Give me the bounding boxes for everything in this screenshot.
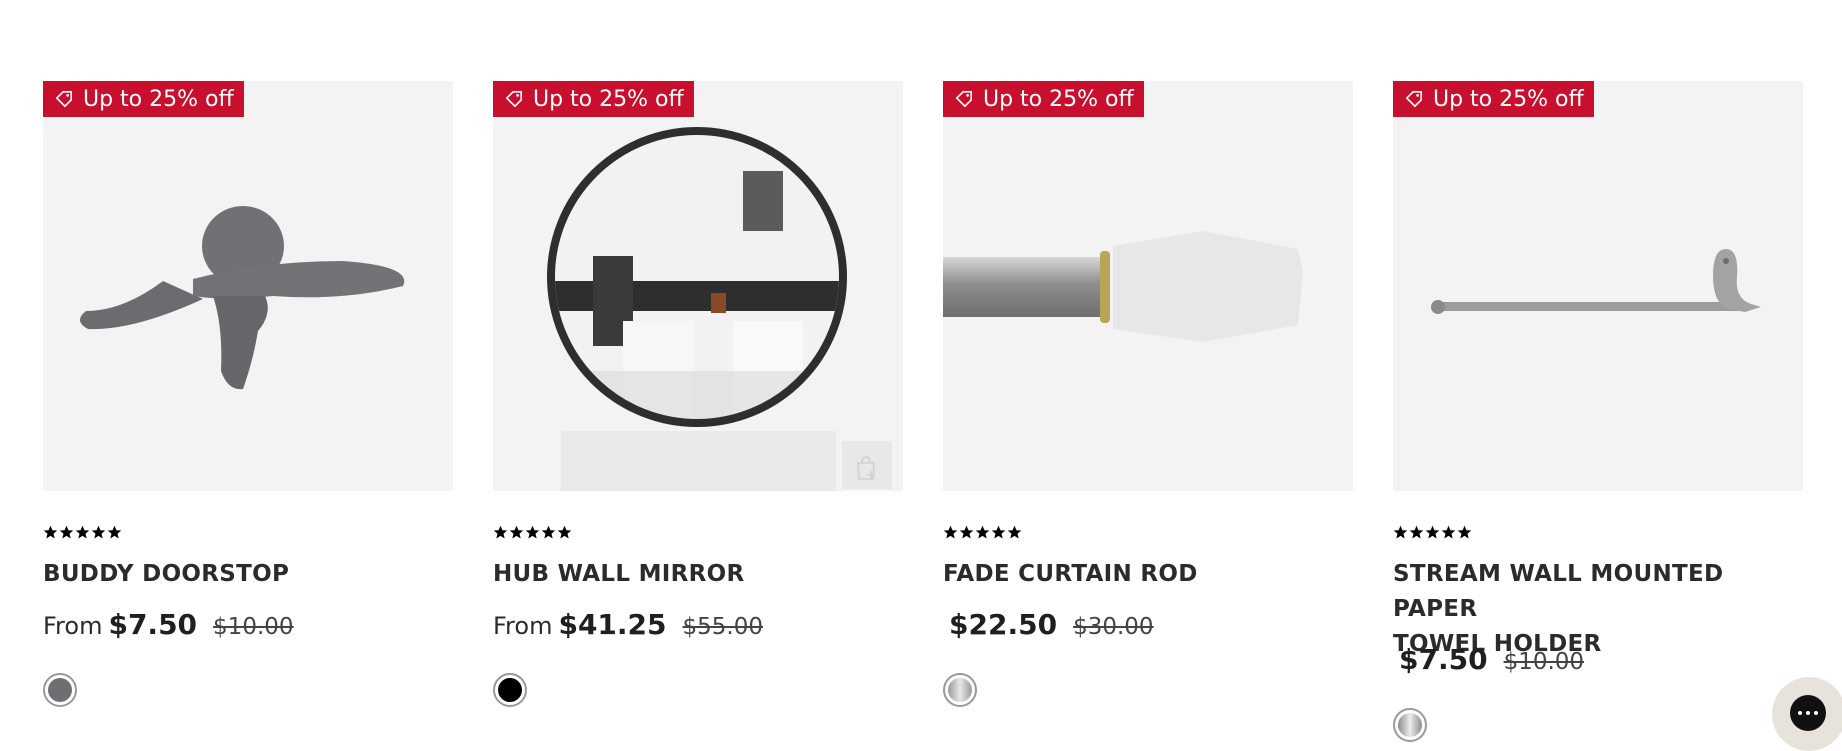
star-icon [991, 525, 1006, 539]
tag-icon [955, 90, 973, 108]
star-icon [493, 525, 508, 539]
star-icon [541, 525, 556, 539]
discount-badge: Up to 25% off [493, 81, 694, 117]
badge-label: Up to 25% off [533, 86, 684, 112]
product-image[interactable]: Up to 25% off [943, 81, 1353, 491]
star-half-icon [107, 525, 122, 539]
product-grid: Up to 25% off BUDDY DOORSTOP From $7.50 … [43, 81, 1804, 742]
product-name[interactable]: BUDDY DOORSTOP [43, 557, 453, 592]
tag-icon [505, 90, 523, 108]
color-swatch[interactable] [493, 673, 527, 707]
round-mirror-image [547, 127, 892, 491]
chat-icon [1790, 695, 1826, 731]
star-icon [75, 525, 90, 539]
star-half-icon [557, 525, 572, 539]
discount-badge: Up to 25% off [43, 81, 244, 117]
tag-icon [1405, 90, 1423, 108]
rating-stars [1393, 525, 1472, 540]
star-icon [943, 525, 958, 539]
product-name[interactable]: FADE CURTAIN ROD [943, 557, 1353, 592]
original-price: $30.00 [1073, 614, 1154, 640]
product-card[interactable]: Up to 25% off STREAM WALL MOUNTED PAPER … [1393, 81, 1803, 742]
star-icon [525, 525, 540, 539]
discount-badge: Up to 25% off [943, 81, 1144, 117]
star-icon [975, 525, 990, 539]
product-card[interactable]: Up to 25% off BUDDY DOORSTOP From $7.50 … [43, 81, 453, 738]
price-prefix: From [493, 612, 553, 640]
color-swatch[interactable] [1393, 708, 1427, 742]
curtain-rod-image [943, 231, 1303, 342]
product-name[interactable]: HUB WALL MIRROR [493, 557, 903, 592]
star-icon [1409, 525, 1424, 539]
original-price: $10.00 [213, 614, 294, 640]
original-price: $10.00 [1503, 649, 1585, 675]
star-icon [1393, 525, 1408, 539]
sale-price: $7.50 [1399, 643, 1488, 676]
product-image[interactable]: Up to 25% off [1393, 81, 1803, 491]
star-icon [959, 525, 974, 539]
star-icon [1007, 525, 1022, 539]
product-image[interactable]: Up to 25% off [493, 81, 903, 491]
price-row: From $7.50 $10.00 [43, 608, 294, 641]
badge-label: Up to 25% off [83, 86, 234, 112]
product-image[interactable]: Up to 25% off [43, 81, 453, 491]
sale-price: $22.50 [949, 608, 1058, 641]
tag-icon [55, 90, 73, 108]
price-row: $7.50 $10.00 [1393, 643, 1584, 676]
rating-stars [43, 525, 122, 540]
color-swatch[interactable] [943, 673, 977, 707]
badge-label: Up to 25% off [1433, 86, 1584, 112]
star-icon [91, 525, 106, 539]
product-card[interactable]: Up to 25% off FADE CURTAIN ROD $22.50 $3… [943, 81, 1353, 738]
towel-holder-image [1431, 249, 1761, 314]
star-icon [1425, 525, 1440, 539]
bag-plus-icon[interactable] [849, 451, 883, 485]
original-price: $55.00 [682, 614, 764, 640]
rating-stars [943, 525, 1022, 540]
star-icon [1457, 525, 1472, 539]
star-icon [1441, 525, 1456, 539]
price-row: From $41.25 $55.00 [493, 608, 763, 641]
star-icon [59, 525, 74, 539]
doorstop-figure-image [79, 206, 405, 390]
sale-price: $7.50 [108, 608, 198, 641]
price-prefix: From [43, 612, 103, 640]
color-swatch[interactable] [43, 673, 77, 707]
rating-stars [493, 525, 572, 540]
star-icon [43, 525, 58, 539]
price-row: $22.50 $30.00 [943, 608, 1154, 641]
star-icon [509, 525, 524, 539]
badge-label: Up to 25% off [983, 86, 1134, 112]
chat-button[interactable] [1772, 677, 1842, 751]
discount-badge: Up to 25% off [1393, 81, 1594, 117]
product-card[interactable]: Up to 25% off HUB WALL MIRROR From $41.2… [493, 81, 903, 738]
sale-price: $41.25 [558, 608, 667, 641]
